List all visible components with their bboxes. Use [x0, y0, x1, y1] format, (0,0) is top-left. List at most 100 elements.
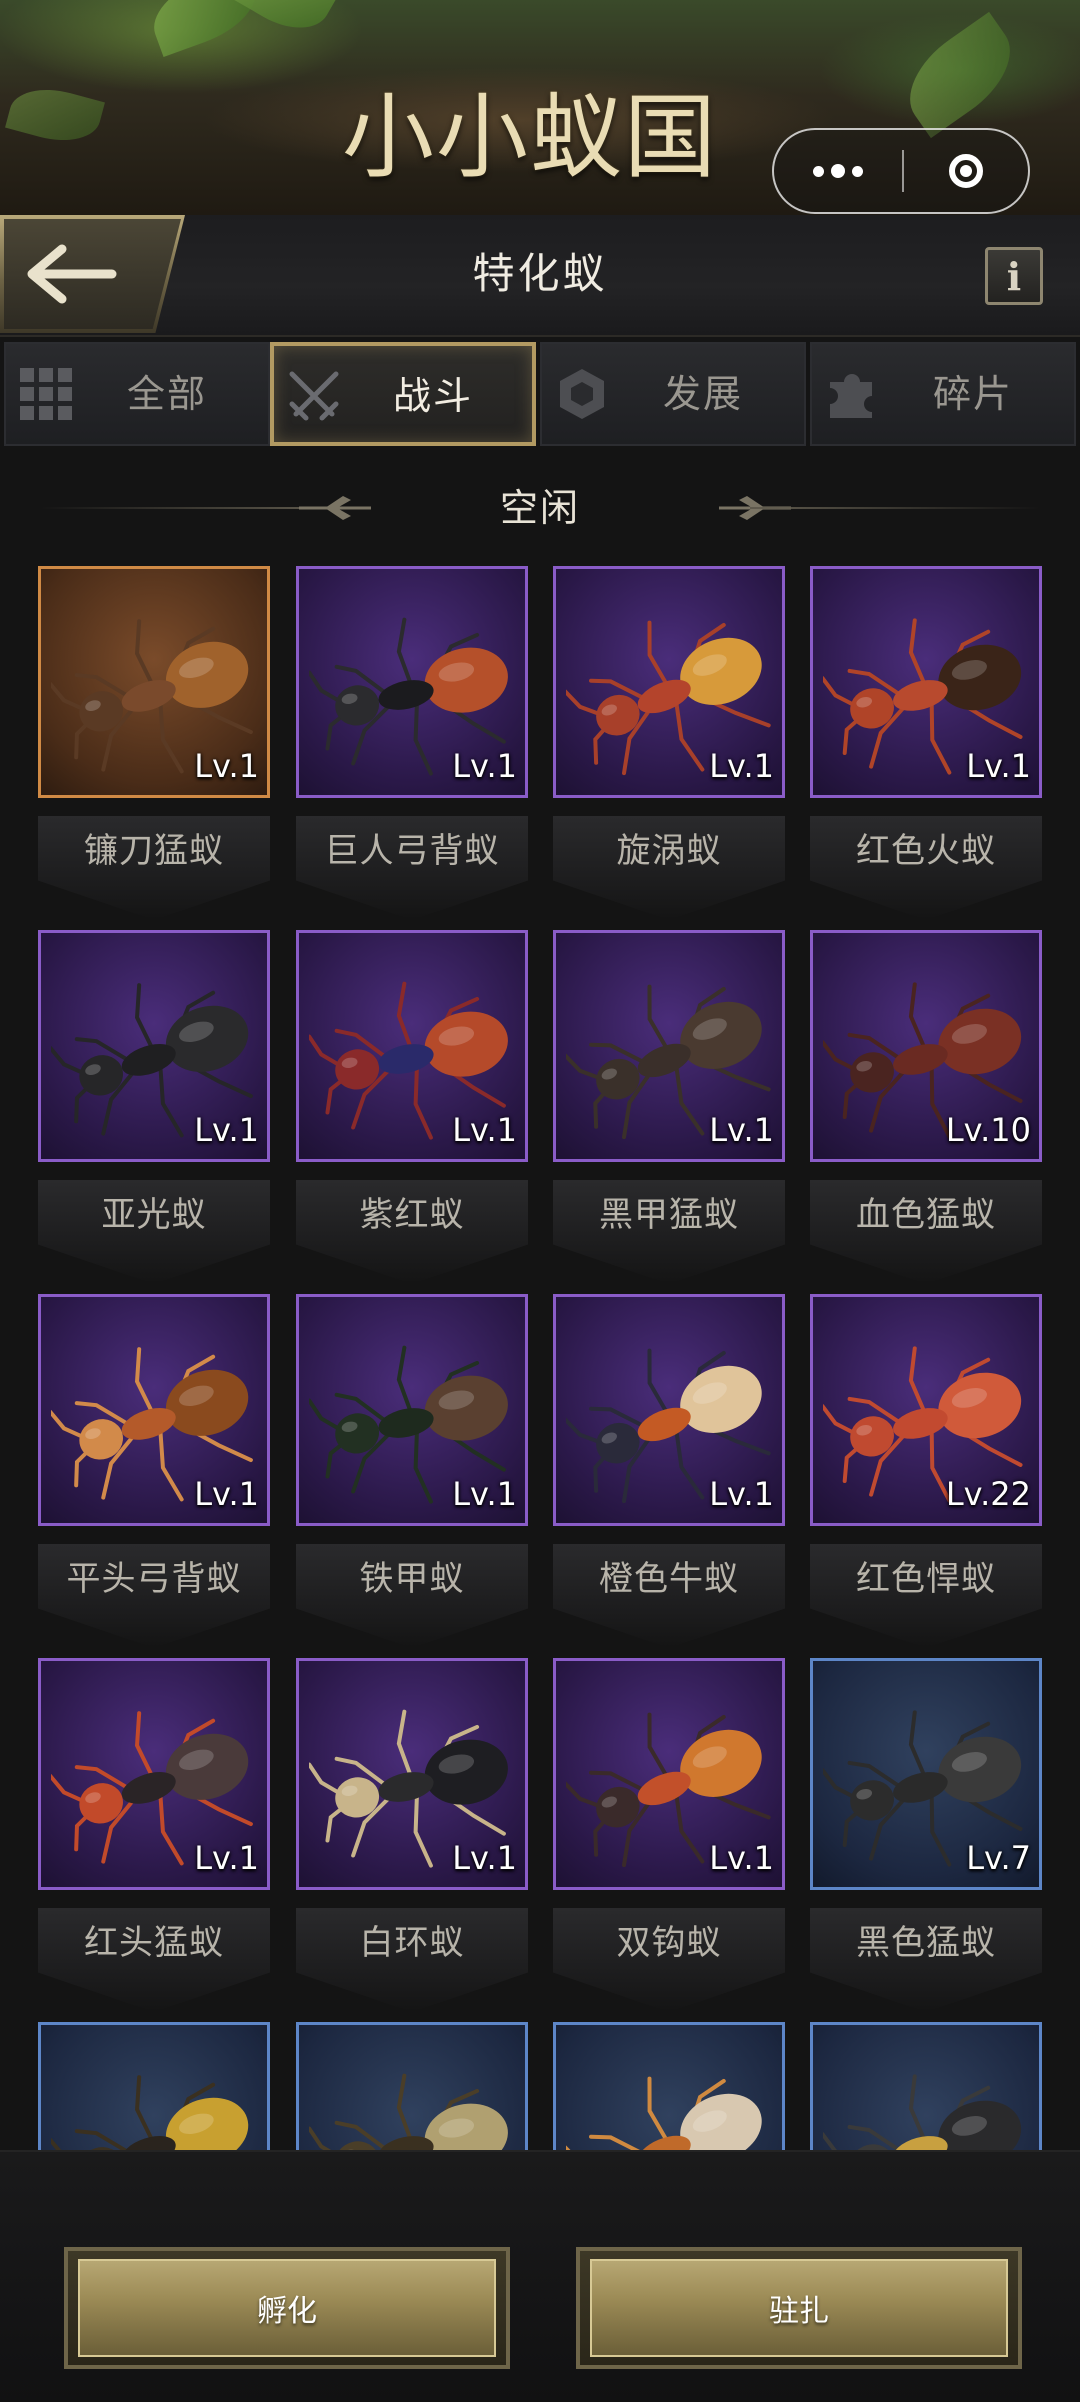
section-heading: 空闲	[0, 470, 1080, 550]
ant-card[interactable]: Lv.10 血色猛蚁	[810, 930, 1042, 1285]
ant-portrait: Lv.1	[296, 1658, 528, 1890]
ant-card[interactable]: Lv.22 红色悍蚁	[810, 1294, 1042, 1649]
ant-level: Lv.1	[194, 1111, 259, 1149]
hatch-button[interactable]: 孵化	[64, 2247, 510, 2369]
ant-portrait: Lv.1	[553, 566, 785, 798]
ant-level: Lv.1	[709, 747, 774, 785]
tab-all[interactable]: 全部	[4, 342, 270, 446]
ant-portrait: Lv.1	[553, 1294, 785, 1526]
ant-name: 镰刀猛蚁	[84, 831, 224, 871]
ant-card[interactable]: Lv.1 旋涡蚁	[553, 566, 785, 921]
ant-portrait	[553, 2022, 785, 2150]
ant-image	[823, 2074, 1023, 2150]
ant-card[interactable]: Lv.1 红色火蚁	[810, 566, 1042, 921]
ant-portrait	[38, 2022, 270, 2150]
section-title: 空闲	[499, 486, 580, 530]
ant-portrait: Lv.1	[553, 1658, 785, 1890]
ant-name: 亚光蚁	[101, 1195, 207, 1235]
ant-card[interactable]: Lv.1 黑甲猛蚁	[553, 930, 785, 1285]
ant-card[interactable]: Lv.1 铁甲蚁	[296, 1294, 528, 1649]
ant-level: Lv.10	[945, 1111, 1031, 1149]
ant-level: Lv.1	[966, 747, 1031, 785]
ant-level: Lv.1	[452, 747, 517, 785]
info-button[interactable]: i	[985, 247, 1043, 305]
ant-level: Lv.1	[194, 747, 259, 785]
ant-image	[309, 2073, 508, 2150]
ant-name: 白环蚁	[359, 1923, 465, 1963]
ant-name: 橙色牛蚁	[599, 1559, 739, 1599]
ant-name: 旋涡蚁	[616, 831, 722, 871]
tab-label: 战斗	[392, 374, 473, 418]
page-title: 特化蚁	[472, 249, 608, 298]
ant-level: Lv.1	[452, 1111, 517, 1149]
ant-portrait: Lv.1	[38, 1294, 270, 1526]
ant-portrait: Lv.1	[296, 930, 528, 1162]
ant-card[interactable]	[296, 2022, 528, 2150]
ant-level: Lv.1	[709, 1111, 774, 1149]
ant-card[interactable]: Lv.1 紫红蚁	[296, 930, 528, 1285]
tab-fragments[interactable]: 碎片	[810, 342, 1076, 446]
ant-card[interactable]: Lv.1 平头弓背蚁	[38, 1294, 270, 1649]
ant-portrait: Lv.1	[810, 566, 1042, 798]
ant-card[interactable]: Lv.7 黑色猛蚁	[810, 1658, 1042, 2013]
dot-icon	[831, 164, 845, 178]
tab-combat[interactable]: 战斗	[270, 342, 536, 446]
bottom-action-bar: 孵化 驻扎	[0, 2150, 1080, 2402]
tab-development[interactable]: 发展	[540, 342, 806, 446]
ant-name: 巨人弓背蚁	[324, 831, 500, 871]
header-bar: 特化蚁 i	[0, 215, 1080, 337]
ant-level: Lv.22	[945, 1475, 1031, 1513]
back-button[interactable]	[0, 215, 185, 333]
divider-line	[750, 507, 1040, 509]
ant-name: 双钩蚁	[616, 1923, 722, 1963]
info-icon: i	[1006, 253, 1022, 299]
ant-card[interactable]: Lv.1 巨人弓背蚁	[296, 566, 528, 921]
ant-portrait: Lv.1	[38, 1658, 270, 1890]
ant-portrait: Lv.1	[296, 566, 528, 798]
more-options-button[interactable]	[774, 130, 902, 212]
ant-level: Lv.1	[194, 1475, 259, 1513]
ant-card[interactable]	[553, 2022, 785, 2150]
ant-portrait: Lv.7	[810, 1658, 1042, 1890]
ant-level: Lv.7	[966, 1839, 1031, 1877]
hatch-button-label: 孵化	[257, 2294, 317, 2329]
ant-card[interactable]: Lv.1 橙色牛蚁	[553, 1294, 785, 1649]
ant-portrait: Lv.1	[296, 1294, 528, 1526]
station-button-label: 驻扎	[769, 2294, 829, 2329]
ant-card[interactable]: Lv.1 亚光蚁	[38, 930, 270, 1285]
ant-level: Lv.1	[709, 1475, 774, 1513]
ant-name: 红头猛蚁	[84, 1923, 224, 1963]
ant-card[interactable]	[810, 2022, 1042, 2150]
game-logo: 小小蚁国	[341, 84, 718, 191]
ant-name: 血色猛蚁	[856, 1195, 996, 1235]
tab-label: 发展	[662, 372, 743, 416]
ant-card[interactable]	[38, 2022, 270, 2150]
wing-ornament-icon	[299, 496, 371, 520]
ant-name: 紫红蚁	[359, 1195, 465, 1235]
top-banner: 小小蚁国	[0, 0, 1080, 215]
divider-line	[40, 507, 330, 509]
ant-image	[51, 2075, 253, 2150]
ant-card[interactable]: Lv.1 镰刀猛蚁	[38, 566, 270, 921]
ant-name: 红色火蚁	[856, 831, 996, 871]
ant-portrait	[810, 2022, 1042, 2150]
ant-card[interactable]: Lv.1 白环蚁	[296, 1658, 528, 2013]
ant-portrait	[296, 2022, 528, 2150]
station-button[interactable]: 驻扎	[576, 2247, 1022, 2369]
ant-card[interactable]: Lv.1 双钩蚁	[553, 1658, 785, 2013]
ant-level: Lv.1	[194, 1839, 259, 1877]
close-miniprogram-button[interactable]	[904, 130, 1028, 212]
ant-level: Lv.1	[452, 1839, 517, 1877]
ant-portrait: Lv.1	[38, 930, 270, 1162]
ant-card[interactable]: Lv.1 红头猛蚁	[38, 1658, 270, 2013]
ant-name: 黑色猛蚁	[856, 1923, 996, 1963]
ant-grid: Lv.1 镰刀猛蚁 Lv.1 巨人弓背蚁 Lv.1 旋涡蚁 Lv.1 红色火蚁 Lv.1 亚光蚁 L…	[0, 560, 1080, 2150]
ant-name: 铁甲蚁	[359, 1559, 465, 1599]
tab-label: 全部	[126, 372, 207, 416]
tab-label: 碎片	[932, 372, 1013, 416]
leaf-decoration	[5, 79, 105, 151]
ant-name: 红色悍蚁	[856, 1559, 996, 1599]
ant-image	[566, 2076, 771, 2150]
ant-level: Lv.1	[709, 1839, 774, 1877]
ant-name: 黑甲猛蚁	[599, 1195, 739, 1235]
